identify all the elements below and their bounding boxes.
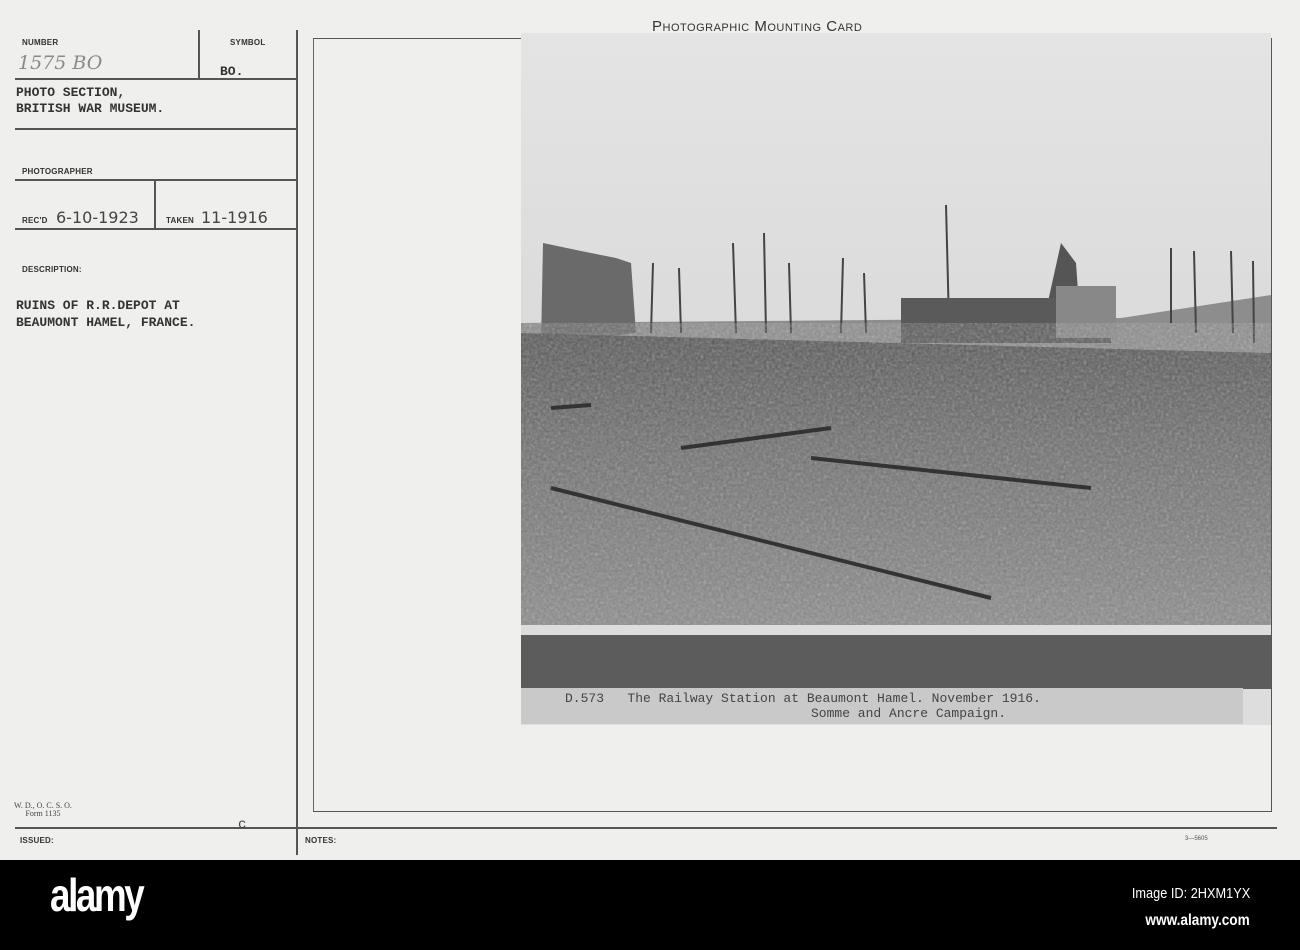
- symbol-label: SYMBOL: [230, 38, 266, 47]
- recd-value: 6-10-1923: [56, 208, 139, 227]
- mounting-card: Photographic Mounting Card NUMBER 1575 B…: [0, 0, 1300, 860]
- recd-label: REC'D: [22, 216, 48, 225]
- form-number: W. D., O. C. S. O. Form 1135: [14, 802, 72, 818]
- number-value: 1575 BO: [18, 52, 103, 74]
- caption-line-2: Somme and Ancre Campaign.: [811, 706, 1007, 721]
- divider: [198, 30, 200, 78]
- column-divider: [296, 30, 298, 855]
- site-url: www.alamy.com: [1145, 912, 1250, 929]
- description-line-2: BEAUMONT HAMEL, FRANCE.: [16, 315, 196, 330]
- divider: [15, 128, 296, 130]
- source-line-2: BRITISH WAR MUSEUM.: [16, 101, 165, 116]
- divider: [15, 228, 296, 230]
- divider: [15, 179, 296, 181]
- divider: [154, 180, 156, 228]
- caption-line-1: D.573 The Railway Station at Beaumont Ha…: [565, 691, 1041, 706]
- divider: [15, 78, 296, 80]
- ruins-photo-image: [521, 33, 1271, 625]
- issued-label: ISSUED:: [20, 836, 54, 845]
- description-label: DESCRIPTION:: [22, 265, 82, 274]
- number-label: NUMBER: [22, 38, 59, 47]
- image-id: Image ID: 2HXM1YX: [1131, 885, 1250, 902]
- form-line-2: Form 1135: [25, 809, 61, 818]
- mark-c: c: [238, 817, 247, 833]
- footer-bar: [0, 860, 1300, 950]
- taken-label: TAKEN: [166, 216, 194, 225]
- source-line-1: PHOTO SECTION,: [16, 85, 126, 100]
- description-line-1: RUINS OF R.R.DEPOT AT: [16, 298, 180, 313]
- print-code: 3—5605: [1185, 836, 1208, 842]
- alamy-logo: alamy: [50, 869, 145, 921]
- photographer-label: PHOTOGRAPHER: [22, 167, 93, 176]
- divider: [15, 827, 1277, 829]
- taken-value: 11-1916: [201, 208, 268, 227]
- notes-label: NOTES:: [305, 836, 337, 845]
- photo-caption: D.573 The Railway Station at Beaumont Ha…: [521, 688, 1243, 724]
- photograph: [521, 33, 1271, 625]
- photo-caption-dark-strip: [521, 635, 1271, 689]
